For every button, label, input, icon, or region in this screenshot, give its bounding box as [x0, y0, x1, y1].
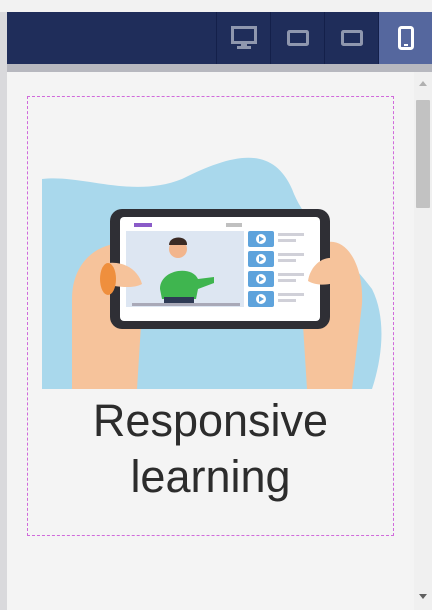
scroll-down-arrow[interactable] — [414, 588, 432, 606]
content-block[interactable]: Responsive learning — [27, 96, 394, 536]
caption-line-2: learning — [130, 451, 291, 502]
scroll-thumb[interactable] — [416, 100, 430, 208]
preview-canvas: Responsive learning — [7, 72, 414, 610]
tablet-landscape-icon — [286, 30, 309, 46]
monitor-icon — [230, 26, 257, 49]
caret-down-icon — [419, 594, 427, 599]
caption-text: Responsive learning — [28, 393, 393, 505]
phone-landscape-view-button[interactable] — [324, 12, 378, 64]
phone-landscape-icon — [340, 30, 363, 46]
preview-frame-border — [7, 64, 432, 72]
vertical-scrollbar[interactable] — [414, 72, 432, 610]
scroll-up-arrow[interactable] — [414, 74, 432, 92]
top-strip — [0, 0, 432, 12]
caret-up-icon — [419, 81, 427, 86]
phone-portrait-view-button[interactable] — [378, 12, 432, 64]
hands-holding-phone-illustration — [42, 157, 382, 389]
caption-line-1: Responsive — [92, 395, 329, 446]
phone-portrait-icon — [397, 26, 414, 50]
desktop-view-button[interactable] — [216, 12, 270, 64]
device-preview-toolbar — [7, 12, 432, 64]
tablet-landscape-view-button[interactable] — [270, 12, 324, 64]
